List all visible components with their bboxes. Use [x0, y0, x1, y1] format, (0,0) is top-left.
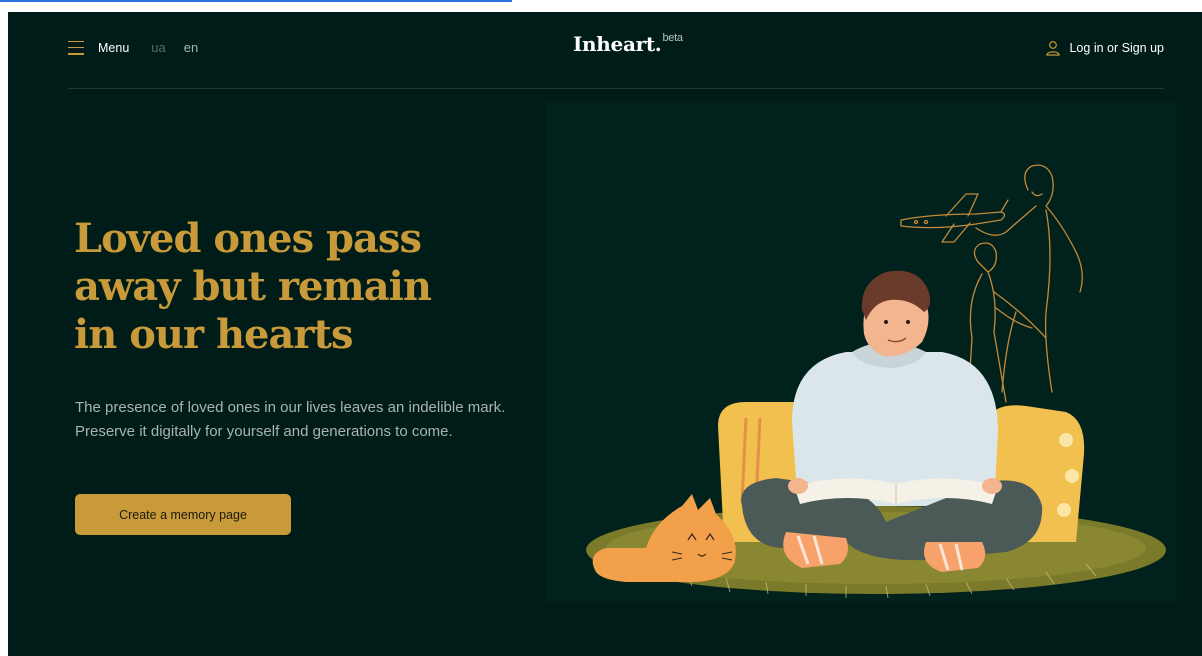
menu-button[interactable]: Menu ua en [68, 40, 202, 55]
header-divider [68, 88, 1164, 89]
language-en[interactable]: en [184, 40, 198, 55]
hamburger-icon [68, 40, 84, 55]
user-icon [1046, 41, 1061, 56]
man-foot-right [924, 542, 986, 572]
language-ua[interactable]: ua [151, 40, 165, 55]
hero-title-line-1: Loved ones pass [74, 215, 422, 262]
site-header: Menu ua en Inheart.beta Log in or Sign u… [8, 12, 1202, 88]
site-logo[interactable]: Inheart.beta [573, 32, 683, 56]
hero-title-line-3: in our hearts [74, 311, 353, 358]
beta-badge: beta [662, 32, 683, 44]
login-signup-link[interactable]: Log in or Sign up [1045, 40, 1164, 56]
hero-title-line-2: away but remain [74, 263, 432, 310]
menu-label: Menu [98, 40, 130, 55]
landing-page: Menu ua en Inheart.beta Log in or Sign u… [8, 12, 1202, 656]
logo-text: Inheart. [573, 32, 662, 56]
login-label: Log in or Sign up [1069, 41, 1164, 55]
hero-title: Loved ones pass away but remain in our h… [74, 215, 514, 359]
hero-illustration [546, 102, 1176, 602]
create-memory-page-button[interactable]: Create a memory page [75, 494, 291, 535]
browser-top-line [0, 0, 512, 2]
hero-subtitle: The presence of loved ones in our lives … [75, 399, 506, 440]
